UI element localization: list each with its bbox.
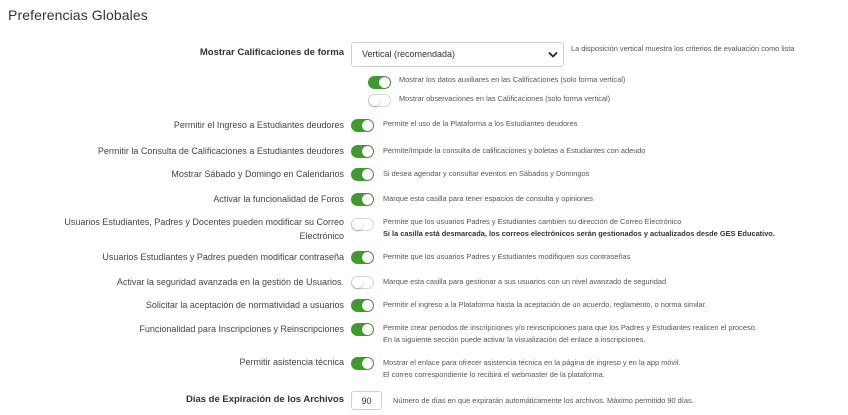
setting-desc-password: Permite que los usuarios Padres y Estudi… bbox=[383, 252, 631, 261]
observations-label: Mostrar observaciones en las Calificacio… bbox=[399, 94, 611, 103]
setting-desc-enrollment-2: En la siguiente sección puede activar la… bbox=[383, 335, 646, 344]
setting-desc-debtors-login: Permite el uso de la Plataforma a los Es… bbox=[383, 119, 578, 128]
setting-toggle-password[interactable] bbox=[351, 251, 374, 264]
form-mode-label: Mostrar Calificaciones de forma bbox=[199, 47, 344, 58]
setting-desc-tech-support-2: El correo correspondiente lo recibirá el… bbox=[383, 370, 605, 379]
setting-toggle-regulations[interactable] bbox=[351, 299, 374, 312]
setting-toggle-enrollment[interactable] bbox=[351, 323, 374, 336]
setting-desc-weekend-calendar: Si desea agendar y consultar eventos en … bbox=[383, 169, 590, 178]
setting-label-email-line1: Usuarios Estudiantes, Padres y Docentes … bbox=[64, 217, 344, 227]
expiration-description: Número de días en que expirarán automáti… bbox=[393, 396, 694, 405]
setting-label-password: Usuarios Estudiantes y Padres pueden mod… bbox=[102, 252, 344, 262]
setting-label-regulations: Solicitar la aceptación de normatividad … bbox=[145, 300, 344, 310]
page-title: Preferencias Globales bbox=[8, 7, 148, 23]
setting-label-weekend-calendar: Mostrar Sábado y Domingo en Calendarios bbox=[171, 169, 344, 179]
setting-label-enrollment: Funcionalidad para Inscripciones y Reins… bbox=[139, 324, 344, 334]
auxiliary-data-label: Mostrar los datos auxiliares en las Cali… bbox=[399, 75, 626, 84]
form-mode-description: La disposición vertical muestra los crit… bbox=[571, 44, 795, 53]
setting-toggle-debtors-grades[interactable] bbox=[351, 145, 374, 158]
setting-desc-email-strong: Si la casilla está desmarcada, los corre… bbox=[383, 229, 775, 238]
form-mode-select[interactable]: Vertical (recomendada) bbox=[351, 42, 564, 67]
setting-label-debtors-login: Permitir el Ingreso a Estudiantes deudor… bbox=[173, 120, 344, 130]
auxiliary-data-toggle[interactable] bbox=[368, 76, 391, 89]
setting-label-debtors-grades: Permitir la Consulta de Calificaciones a… bbox=[97, 146, 344, 156]
chevron-down-icon bbox=[548, 52, 558, 58]
setting-label-tech-support: Permitir asistencia técnica bbox=[239, 357, 344, 367]
setting-toggle-tech-support[interactable] bbox=[351, 357, 374, 370]
setting-desc-regulations: Permitir el ingreso a la Plataforma hast… bbox=[383, 300, 707, 309]
form-mode-selected: Vertical (recomendada) bbox=[362, 49, 456, 59]
setting-toggle-weekend-calendar[interactable] bbox=[351, 168, 374, 181]
observations-toggle[interactable] bbox=[368, 94, 391, 107]
setting-label-forums: Activar la funcionalidad de Foros bbox=[213, 194, 344, 204]
setting-toggle-forums[interactable] bbox=[351, 193, 374, 206]
setting-desc-forums: Marque esta casilla para tener espacios … bbox=[383, 194, 593, 203]
setting-desc-email: Permite que los usuarios Padres y Estudi… bbox=[383, 217, 682, 226]
expiration-days-input[interactable] bbox=[351, 391, 382, 410]
setting-toggle-debtors-login[interactable] bbox=[351, 119, 374, 132]
setting-label-advanced-security: Activar la seguridad avanzada en la gest… bbox=[116, 277, 344, 287]
setting-desc-debtors-grades: Permite/Impide la consulta de calificaci… bbox=[383, 146, 646, 155]
setting-desc-advanced-security: Marque esta casilla para gestionar a sus… bbox=[383, 277, 667, 286]
setting-desc-enrollment: Permite crear periodos de inscripciones … bbox=[383, 323, 757, 332]
setting-desc-tech-support: Mostrar el enlace para ofrecer asistenci… bbox=[383, 358, 681, 367]
setting-toggle-email[interactable] bbox=[351, 218, 374, 231]
setting-desc-email-strong-wrap: Si la casilla está desmarcada, los corre… bbox=[383, 229, 775, 239]
setting-toggle-advanced-security[interactable] bbox=[351, 276, 374, 289]
setting-label-email-line2: Electrónico bbox=[299, 231, 344, 241]
expiration-label: Días de Expiración de los Archivos bbox=[185, 394, 344, 405]
